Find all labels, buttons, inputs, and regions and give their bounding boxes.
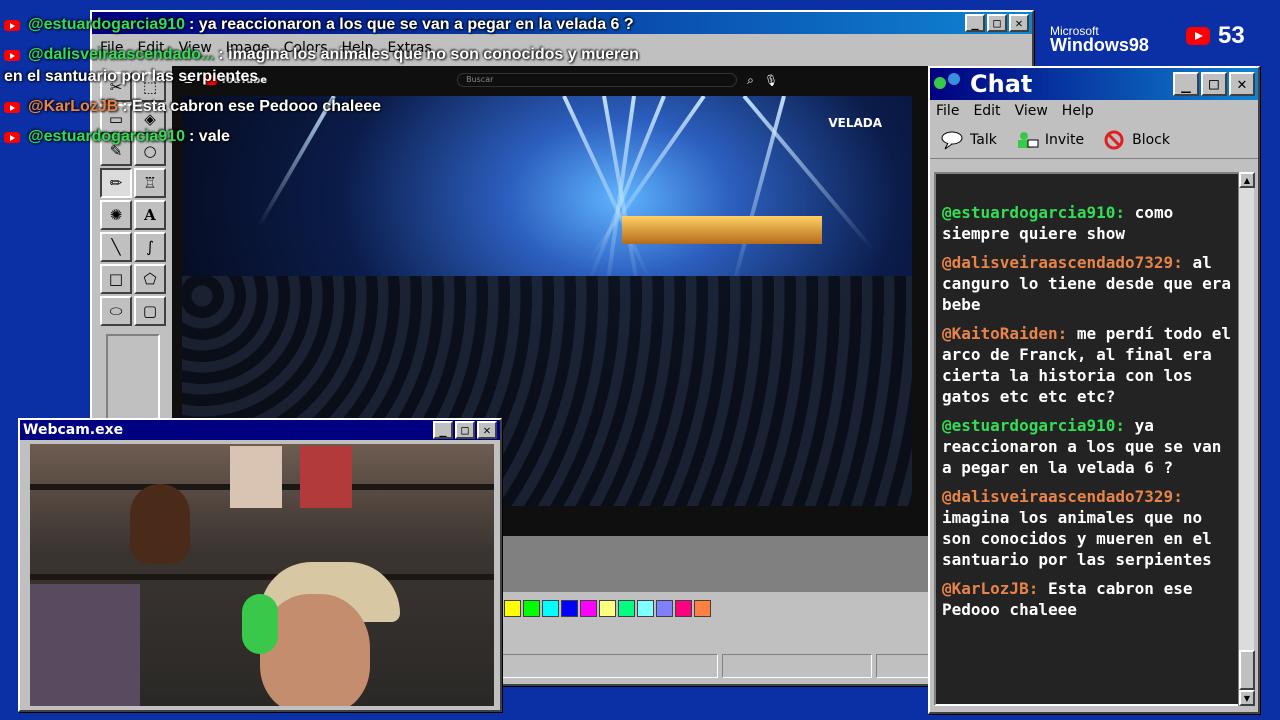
minimize-button[interactable]: _	[965, 14, 985, 32]
chat-username[interactable]: @estuardogarcia910:	[942, 203, 1125, 222]
overlay-username: @estuardogarcia910	[28, 128, 186, 145]
windows98-logo: Microsoft Windows98	[1050, 24, 1149, 55]
overlay-message: @estuardogarcia910: vale	[4, 126, 704, 148]
invite-button[interactable]: Invite	[1015, 130, 1084, 150]
block-button[interactable]: Block	[1102, 130, 1170, 150]
text-icon[interactable]: A	[134, 200, 166, 230]
brush-icon[interactable]: ♖	[134, 168, 166, 198]
maximize-button[interactable]: □	[987, 14, 1007, 32]
youtube-icon	[4, 102, 20, 113]
chat-people-icon	[934, 71, 964, 97]
palette-swatch[interactable]	[523, 600, 540, 617]
rounded-rect-icon[interactable]: ▢	[134, 296, 166, 326]
chat-menu-help[interactable]: Help	[1062, 103, 1094, 119]
close-button[interactable]: ✕	[1009, 14, 1029, 32]
palette-swatch[interactable]	[675, 600, 692, 617]
youtube-icon	[4, 132, 20, 143]
scroll-up-icon[interactable]: ▲	[1239, 172, 1255, 188]
minimize-button[interactable]: _	[1173, 72, 1199, 96]
chat-menubar: File Edit View Help	[930, 100, 1258, 122]
scroll-down-icon[interactable]: ▼	[1239, 690, 1255, 706]
overlay-username: @KarLozJB	[28, 98, 119, 115]
overlay-text: : imagina los animales que no son conoci…	[218, 46, 639, 63]
chat-username[interactable]: @estuardogarcia910:	[942, 416, 1125, 435]
tool-options[interactable]	[106, 334, 160, 430]
palette-swatch[interactable]	[694, 600, 711, 617]
chat-username[interactable]: @KaitoRaiden:	[942, 324, 1067, 343]
chat-message: @dalisveiraascendado7329: imagina los an…	[942, 486, 1232, 570]
chat-toolbar: Talk Invite Block	[930, 122, 1258, 159]
webcam-window: Webcam.exe _ □ ✕	[18, 418, 502, 712]
chat-message: @KarLozJB: Esta cabron ese Pedooo chalee…	[942, 578, 1232, 620]
color-palette	[504, 600, 711, 617]
velada-logo: VELADA	[828, 116, 882, 130]
stage	[622, 216, 822, 244]
youtube-icon	[4, 50, 20, 61]
youtube-icon	[1186, 27, 1210, 45]
overlay-text: : Esta cabron ese Pedooo chaleee	[122, 98, 382, 115]
chat-menu-view[interactable]: View	[1015, 103, 1048, 119]
ellipse-icon[interactable]: ⬭	[100, 296, 132, 326]
palette-swatch[interactable]	[637, 600, 654, 617]
mic-icon[interactable]: 🎙	[764, 74, 778, 87]
chat-message: @estuardogarcia910: como siempre quiere …	[942, 202, 1232, 244]
palette-swatch[interactable]	[542, 600, 559, 617]
overlay-message: @KarLozJB: Esta cabron ese Pedooo chalee…	[4, 96, 704, 118]
overlay-username: @estuardogarcia910	[28, 16, 186, 33]
talk-button[interactable]: Talk	[940, 130, 997, 150]
chat-username[interactable]: @KarLozJB:	[942, 579, 1038, 598]
pencil-icon[interactable]: ✏	[100, 168, 132, 198]
line-icon[interactable]: ╲	[100, 232, 132, 262]
chat-title: Chat	[970, 70, 1033, 98]
maximize-button[interactable]: □	[455, 421, 475, 439]
webcam-title: Webcam.exe	[23, 422, 124, 438]
palette-swatch[interactable]	[599, 600, 616, 617]
viewer-counter: 53	[1186, 22, 1245, 50]
chat-text: imagina los animales que no son conocido…	[942, 508, 1212, 569]
chat-menu-edit[interactable]: Edit	[973, 103, 1000, 119]
webcam-titlebar[interactable]: Webcam.exe _ □ ✕	[20, 420, 500, 440]
chat-menu-file[interactable]: File	[936, 103, 959, 119]
minimize-button[interactable]: _	[433, 421, 453, 439]
chat-username[interactable]: @dalisveiraascendado7329:	[942, 487, 1183, 506]
polygon-icon[interactable]: ⬠	[134, 264, 166, 294]
palette-swatch[interactable]	[561, 600, 578, 617]
chat-window: Chat _ □ ✕ File Edit View Help Talk Invite …	[928, 66, 1260, 714]
teddy-bear	[130, 484, 190, 564]
block-icon	[1104, 130, 1124, 150]
palette-swatch[interactable]	[618, 600, 635, 617]
invite-icon	[1017, 132, 1039, 148]
maximize-button[interactable]: □	[1201, 72, 1227, 96]
chat-message: @estuardogarcia910: ya reaccionaron a lo…	[942, 415, 1232, 478]
palette-swatch[interactable]	[656, 600, 673, 617]
headset	[242, 594, 278, 654]
close-button[interactable]: ✕	[477, 421, 497, 439]
youtube-icon	[4, 20, 20, 31]
overlay-username: @dalisveiraascendado...	[28, 46, 215, 63]
chat-message: @KaitoRaiden: me perdí todo el arco de F…	[942, 323, 1232, 407]
close-button[interactable]: ✕	[1229, 72, 1255, 96]
overlay-chat: @estuardogarcia910: ya reaccionaron a lo…	[4, 14, 704, 156]
rectangle-icon[interactable]: □	[100, 264, 132, 294]
overlay-text: : ya reaccionaron a los que se van a peg…	[189, 16, 634, 33]
chat-log[interactable]: @estuardogarcia910: como siempre quiere …	[934, 172, 1240, 706]
chat-username[interactable]: @dalisveiraascendado7329:	[942, 253, 1183, 272]
overlay-message: @dalisveiraascendado...: imagina los ani…	[4, 44, 704, 66]
talk-icon	[941, 131, 963, 150]
webcam-feed	[30, 444, 494, 706]
chat-message: @dalisveiraascendado7329: al canguro lo …	[942, 252, 1232, 315]
viewer-count: 53	[1218, 22, 1245, 49]
search-icon[interactable]: ⌕	[747, 73, 754, 88]
chat-scrollbar[interactable]: ▲ ▼	[1238, 172, 1255, 706]
airbrush-icon[interactable]: ✺	[100, 200, 132, 230]
chat-titlebar[interactable]: Chat _ □ ✕	[930, 68, 1258, 100]
palette-swatch[interactable]	[504, 600, 521, 617]
overlay-message-continuation: en el santuario por las serpientes	[4, 68, 259, 85]
palette-swatch[interactable]	[580, 600, 597, 617]
scroll-thumb[interactable]	[1239, 650, 1255, 690]
overlay-message: @estuardogarcia910: ya reaccionaron a lo…	[4, 14, 704, 36]
curve-icon[interactable]: ∫	[134, 232, 166, 262]
overlay-text: : vale	[189, 128, 230, 145]
